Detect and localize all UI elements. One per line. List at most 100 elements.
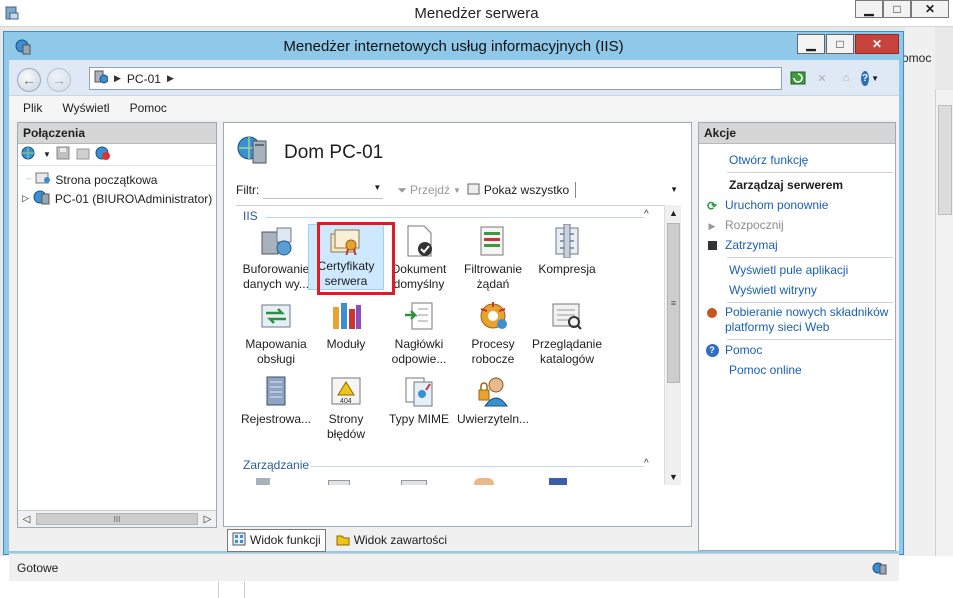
go-button[interactable]: ⏷ Przejdź ▼ xyxy=(397,183,461,198)
show-all-button[interactable]: Pokaż wszystko xyxy=(467,182,569,199)
outer-scroll-thumb[interactable] xyxy=(938,105,952,215)
action-view-app-pools[interactable]: Wyświetl pule aplikacji xyxy=(699,263,895,278)
connections-hscroll-thumb[interactable]: III xyxy=(36,513,198,525)
features-vscroll-thumb[interactable]: ≡ xyxy=(667,223,680,383)
feature-request-filtering[interactable]: Filtrowanie żądań xyxy=(455,224,531,292)
features-view-icon xyxy=(232,532,246,549)
connect-globe-icon[interactable] xyxy=(21,145,39,164)
features-title: Dom PC-01 xyxy=(236,133,383,173)
disconnect-icon[interactable] xyxy=(95,145,111,164)
iis-client-area: ← → ▶ PC-01 ▶ ✕ ⌂ ? ▼ Plik Wyświetl Pomo… xyxy=(9,60,901,581)
compression-icon xyxy=(555,224,579,258)
show-all-label: Pokaż wszystko xyxy=(483,183,570,197)
help-circle-icon: ? xyxy=(705,343,719,358)
scroll-left-icon[interactable]: ◁ xyxy=(19,512,34,526)
outer-minimize-button[interactable]: ▁ xyxy=(855,0,883,18)
up-level-icon[interactable] xyxy=(75,145,91,164)
error-pages-icon: 404 xyxy=(331,377,361,405)
outer-close-button[interactable]: ✕ xyxy=(911,0,949,18)
back-arrow-icon: ← xyxy=(22,72,36,88)
iis-minimize-button[interactable]: ▁ xyxy=(797,34,825,54)
connections-pane: Połączenia ▼ ┈ Strona początkowa ▷ PC-01… xyxy=(17,122,217,528)
help-dropdown[interactable]: ? ▼ xyxy=(861,69,879,87)
directory-browsing-icon xyxy=(552,303,582,330)
refresh-icon[interactable] xyxy=(789,69,807,87)
outer-help-menu-partial[interactable]: omoc xyxy=(902,51,931,65)
scroll-down-icon[interactable]: ▼ xyxy=(667,470,680,484)
address-bar[interactable]: ▶ PC-01 ▶ xyxy=(89,67,782,90)
stop-square-icon xyxy=(705,238,719,253)
web-platform-icon xyxy=(705,305,719,335)
scroll-right-icon[interactable]: ▷ xyxy=(200,512,215,526)
scroll-up-icon[interactable]: ▲ xyxy=(667,206,680,220)
features-vscroll[interactable]: ▲ ≡ ▼ xyxy=(664,205,681,485)
outer-vertical-scrollbar[interactable] xyxy=(935,90,953,598)
outer-maximize-button[interactable]: □ xyxy=(883,0,911,18)
menu-file[interactable]: Plik xyxy=(23,101,42,115)
outer-right-strip xyxy=(905,27,935,598)
breadcrumb-chevron-icon[interactable]: ▶ xyxy=(167,73,174,84)
group-label-iis: IIS xyxy=(243,209,258,223)
stop-icon[interactable]: ✕ xyxy=(813,69,831,87)
connections-hscroll[interactable]: ◁ III ▷ xyxy=(18,510,216,527)
action-stop[interactable]: Zatrzymaj xyxy=(705,238,901,253)
feature-directory-browsing[interactable]: Przeglądanie katalogów xyxy=(529,299,605,367)
feature-mime-types[interactable]: Typy MIME xyxy=(381,374,457,427)
tab-features-view[interactable]: Widok funkcji xyxy=(227,528,326,552)
partial-feature-icon xyxy=(256,478,270,485)
view-tabs: Widok funkcji Widok zawartości xyxy=(223,528,692,552)
filter-label: Filtr: xyxy=(236,183,260,197)
tree-item-server[interactable]: ▷ PC-01 (BIURO\Administrator) xyxy=(22,189,212,208)
feature-logging[interactable]: Rejestrowa... xyxy=(238,374,314,427)
action-get-web-platform-components[interactable]: Pobieranie nowych składników platformy s… xyxy=(705,305,901,335)
feature-authentication[interactable]: Uwierzyteln... xyxy=(455,374,531,427)
help-icon: ? xyxy=(861,70,870,86)
action-help[interactable]: ? Pomoc xyxy=(705,343,901,358)
back-button[interactable]: ← xyxy=(17,68,41,92)
features-grid: IIS ^ Buforowanie danych wy... Certyfika… xyxy=(236,205,664,485)
action-help-online[interactable]: Pomoc online xyxy=(699,363,895,378)
feature-error-pages[interactable]: 404 Strony błędów xyxy=(308,374,384,442)
breadcrumb-pc01[interactable]: PC-01 xyxy=(127,72,161,86)
feature-compression[interactable]: Kompresja xyxy=(529,224,605,277)
feature-cache[interactable]: Buforowanie danych wy... xyxy=(238,224,314,292)
menu-bar: Plik Wyświetl Pomoc xyxy=(9,96,899,120)
go-dropdown-icon: ▼ xyxy=(452,185,461,195)
toolbar-overflow-icon[interactable]: ▼ xyxy=(670,185,678,194)
iis-maximize-button[interactable]: □ xyxy=(826,34,854,54)
iis-close-button[interactable]: ✕ xyxy=(855,34,899,54)
certificate-highlight-frame xyxy=(317,222,395,295)
action-open-feature[interactable]: Otwórz funkcję xyxy=(699,153,895,168)
iis-titlebar: Menedżer internetowych usług informacyjn… xyxy=(4,32,903,60)
action-restart[interactable]: ⟳ Uruchom ponownie xyxy=(705,198,901,214)
connect-dropdown-icon[interactable]: ▼ xyxy=(43,150,51,159)
home-icon[interactable]: ⌂ xyxy=(837,69,855,87)
collapse-group-chevron-icon[interactable]: ^ xyxy=(644,209,649,220)
server-icon xyxy=(33,189,51,208)
action-view-sites[interactable]: Wyświetl witryny xyxy=(699,283,895,298)
mime-types-icon xyxy=(405,377,433,407)
menu-help[interactable]: Pomoc xyxy=(130,101,167,115)
feature-handler-mappings[interactable]: Mapowania obsługi xyxy=(238,299,314,367)
funnel-icon: ⏷ xyxy=(397,182,407,197)
feature-worker-processes[interactable]: Procesy robocze xyxy=(455,299,531,367)
feature-modules[interactable]: Moduły xyxy=(308,299,384,352)
expand-chevron-icon[interactable]: ▷ xyxy=(22,193,29,204)
request-filtering-icon xyxy=(480,226,504,256)
tree-item-start-page[interactable]: ┈ Strona początkowa xyxy=(26,171,157,188)
connections-toolbar: ▼ xyxy=(18,144,216,166)
server-home-icon xyxy=(236,133,270,173)
filter-dropdown-icon[interactable]: ▼ xyxy=(373,183,381,192)
filter-input[interactable]: ▼ xyxy=(263,181,384,199)
tree-item-label: Strona początkowa xyxy=(55,172,158,187)
status-bar: Gotowe xyxy=(9,553,899,581)
tab-content-view[interactable]: Widok zawartości xyxy=(332,530,451,551)
help-dropdown-arrow-icon: ▼ xyxy=(871,73,879,83)
save-icon[interactable] xyxy=(55,145,71,164)
default-document-icon xyxy=(407,225,432,257)
menu-view[interactable]: Wyświetl xyxy=(62,101,109,115)
feature-response-headers[interactable]: Nagłówki odpowie... xyxy=(381,299,457,367)
action-start: ▶ Rozpocznij xyxy=(705,218,901,234)
forward-button[interactable]: → xyxy=(47,68,71,92)
collapse-group-chevron-icon[interactable]: ^ xyxy=(644,458,649,469)
